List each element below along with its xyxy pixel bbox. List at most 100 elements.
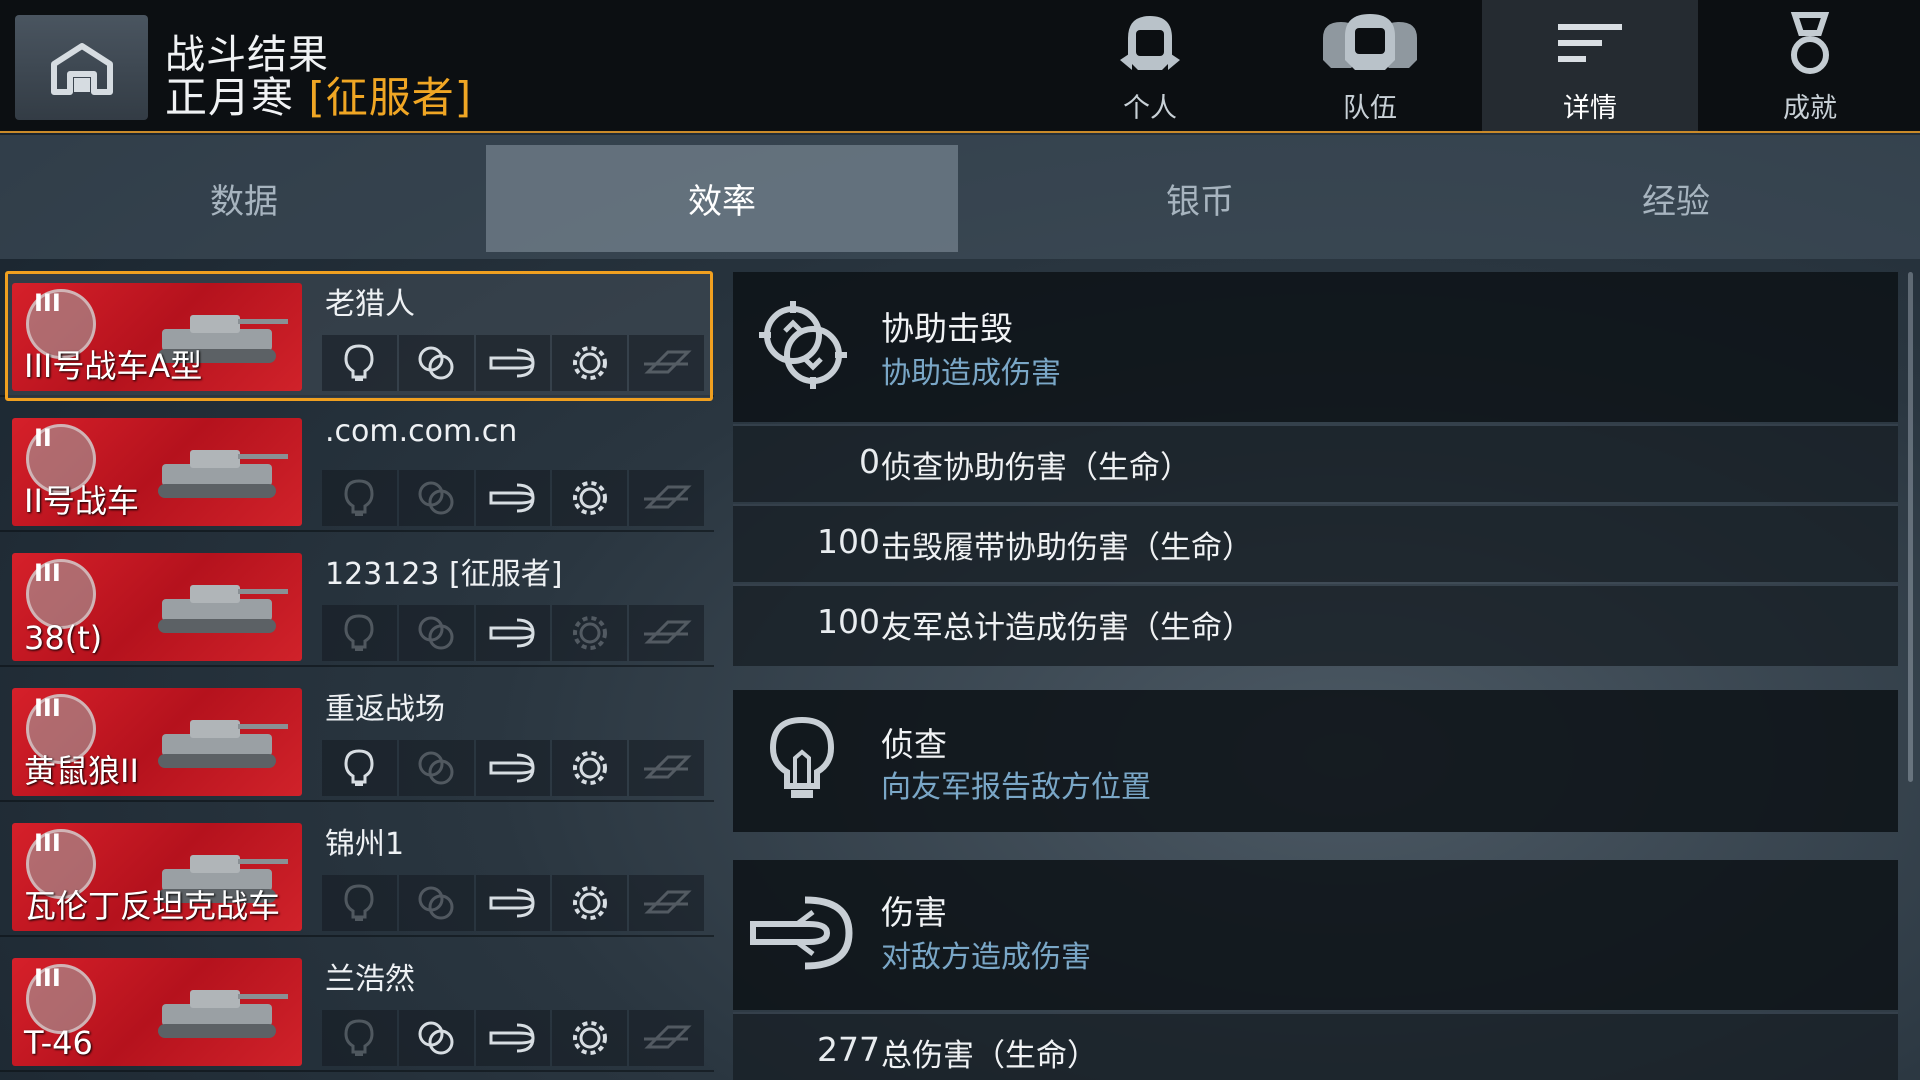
gear-icon — [572, 346, 607, 380]
crit-badge — [552, 470, 628, 526]
home-button[interactable] — [15, 15, 148, 120]
crit-badge — [552, 335, 628, 391]
spot-subtitle: 向友军报告敌方位置 — [881, 770, 1151, 805]
tank-card: III 38(t) — [12, 553, 302, 661]
assist-badge — [398, 875, 474, 931]
spot-badge — [322, 1010, 397, 1066]
block-badge — [629, 740, 704, 796]
spot-badge — [322, 875, 397, 931]
tab-experience[interactable]: 经验 — [1440, 145, 1912, 252]
stat-value: 277 — [817, 1030, 880, 1069]
gear-icon — [572, 481, 607, 515]
damage-section-header: 伤害 对敌方造成伤害 — [733, 860, 1898, 1010]
assist-icon — [418, 751, 454, 785]
nav-details[interactable]: 详情 — [1482, 0, 1698, 131]
player-row[interactable]: III 瓦伦丁反坦克战车 锦州1 — [0, 805, 714, 937]
stat-row: 100 友军总计造成伤害（生命） — [733, 584, 1898, 666]
assist-badge — [398, 335, 474, 391]
tank-card: III 黄鼠狼II — [12, 688, 302, 796]
player-row[interactable]: III III号战车A型 老猎人 — [0, 265, 714, 401]
efficiency-badges — [322, 470, 704, 526]
scrollbar[interactable] — [1908, 272, 1913, 782]
stat-row: 0 侦查协助伤害（生命） — [733, 424, 1898, 502]
efficiency-badges — [322, 740, 704, 796]
tank-tier: III — [34, 559, 61, 587]
nav-details-label: 详情 — [1563, 93, 1617, 124]
assist-badge — [398, 470, 474, 526]
tank-card: II II号战车 — [12, 418, 302, 526]
damage-badge — [475, 470, 551, 526]
tank-card: III III号战车A型 — [12, 283, 302, 391]
crit-badge — [552, 740, 628, 796]
tank-card: III T-46 — [12, 958, 302, 1066]
player-rank: [征服者] — [308, 73, 473, 122]
damage-subtitle: 对敌方造成伤害 — [881, 940, 1091, 975]
efficiency-badges — [322, 605, 704, 661]
stat-label: 总伤害（生命） — [881, 1038, 1098, 1074]
assist-badge — [398, 740, 474, 796]
assist-subtitle: 协助造成伤害 — [881, 356, 1061, 391]
team-icon — [1323, 14, 1417, 70]
nav-achievements[interactable]: 成就 — [1702, 0, 1918, 131]
tank-name: 38(t) — [24, 619, 103, 657]
player-name: 123123 [征服者] — [325, 557, 563, 592]
spot-badge — [322, 470, 397, 526]
player-name: 兰浩然 — [325, 962, 415, 997]
nav-team[interactable]: 队伍 — [1262, 0, 1478, 131]
assist-icon — [759, 301, 847, 389]
spot-title: 侦查 — [881, 725, 947, 764]
assist-title: 协助击毁 — [881, 309, 1013, 348]
efficiency-badges — [322, 335, 704, 391]
stat-value: 100 — [817, 522, 880, 561]
tab-efficiency[interactable]: 效率 — [486, 145, 958, 252]
armor-block-icon — [643, 350, 692, 374]
shell-icon — [489, 618, 535, 648]
tank-tier: III — [34, 289, 61, 317]
gear-icon — [572, 1021, 607, 1055]
spot-badge — [322, 335, 397, 391]
tank-icon — [158, 990, 288, 1038]
stat-value: 100 — [817, 602, 880, 641]
player-row[interactable]: III 38(t) 123123 [征服者] — [0, 535, 714, 667]
damage-badge — [475, 875, 551, 931]
tank-icon — [158, 450, 288, 498]
lightbulb-icon — [344, 1019, 374, 1056]
helmet-icon — [1120, 16, 1180, 70]
block-badge — [629, 335, 704, 391]
tank-tier: II — [34, 424, 52, 452]
player-name: 重返战场 — [325, 692, 445, 727]
lightbulb-icon — [344, 749, 374, 786]
tab-data[interactable]: 数据 — [8, 145, 480, 252]
stat-row: 277 总伤害（生命） — [733, 1012, 1898, 1080]
medal-icon — [1790, 12, 1830, 74]
header-bar: 战斗结果 正月寒 [征服者] 个人 队伍 详情 成就 — [0, 0, 1920, 133]
nav-personal[interactable]: 个人 — [1042, 0, 1258, 131]
damage-title: 伤害 — [881, 893, 947, 932]
tank-name: T-46 — [24, 1024, 93, 1062]
tank-name: 黄鼠狼II — [24, 752, 139, 790]
player-row[interactable]: II II号战车 .com.com.cn — [0, 400, 714, 532]
crit-badge — [552, 1010, 628, 1066]
damage-badge — [475, 605, 551, 661]
nav-personal-label: 个人 — [1123, 93, 1177, 124]
player-row[interactable]: III 黄鼠狼II 重返战场 — [0, 670, 714, 802]
tank-tier: III — [34, 829, 61, 857]
tank-tier: III — [34, 694, 61, 722]
lightbulb-icon — [344, 479, 374, 516]
assist-icon — [418, 481, 454, 515]
damage-badge — [475, 740, 551, 796]
shell-icon — [489, 888, 535, 918]
player-title: 正月寒 [征服者] — [165, 64, 472, 125]
player-row[interactable]: III T-46 兰浩然 — [0, 940, 714, 1072]
assist-icon — [418, 886, 454, 920]
tank-name: III号战车A型 — [24, 347, 203, 385]
player-name: 老猎人 — [325, 287, 415, 322]
efficiency-badges — [322, 875, 704, 931]
tank-name: 瓦伦丁反坦克战车 — [24, 887, 281, 925]
tab-silver[interactable]: 银币 — [964, 145, 1436, 252]
armor-block-icon — [643, 755, 692, 779]
tank-icon — [158, 585, 288, 633]
armor-block-icon — [643, 620, 692, 644]
nav-team-label: 队伍 — [1343, 93, 1397, 124]
stat-row: 100 击毁履带协助伤害（生命） — [733, 504, 1898, 582]
